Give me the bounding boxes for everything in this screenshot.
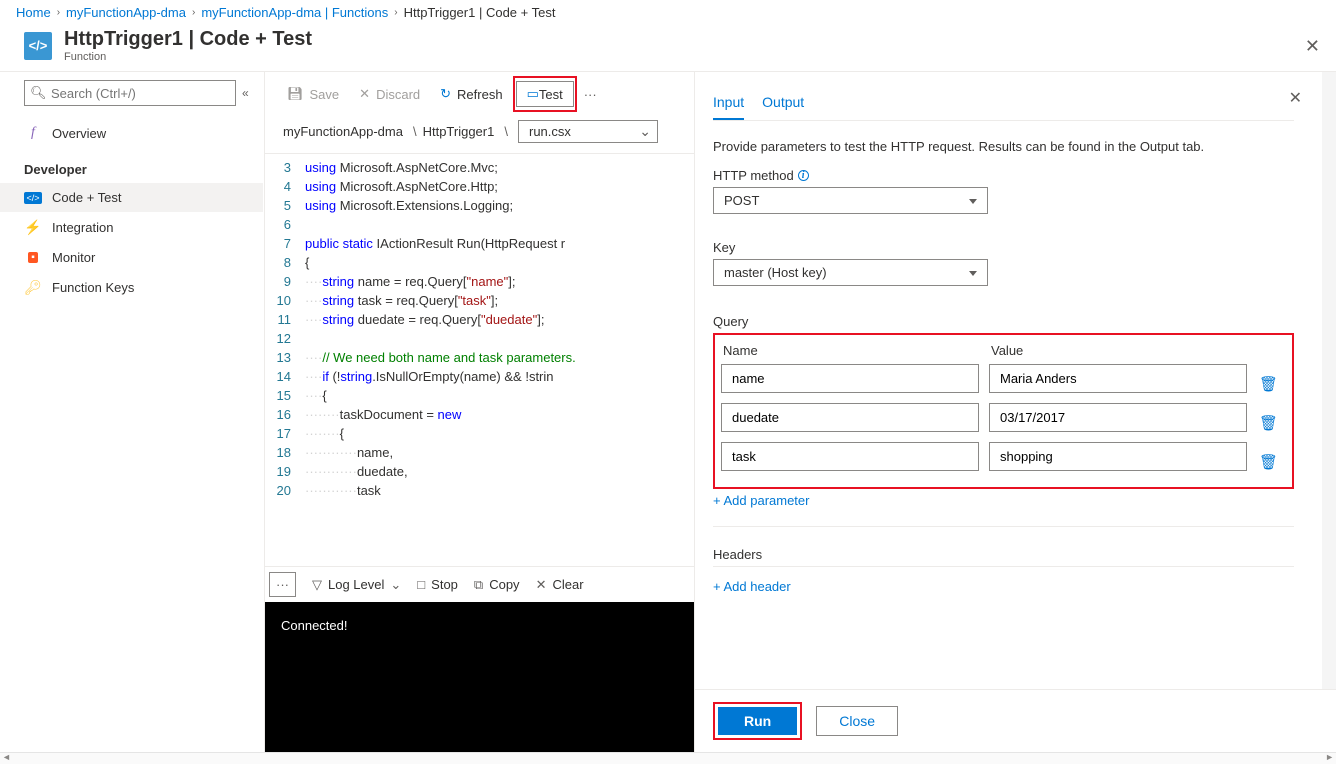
key-select[interactable]: master (Host key) (713, 259, 988, 286)
clear-icon: ✕ (536, 577, 547, 593)
path-separator: \ (413, 124, 417, 139)
stop-button[interactable]: □ Stop (409, 573, 466, 596)
tab-input[interactable]: Input (713, 88, 744, 120)
save-button[interactable]: 💾︎ Save (277, 81, 349, 107)
delete-icon[interactable]: 🗑 (1259, 414, 1278, 432)
close-button[interactable]: Close (816, 706, 898, 736)
log-more-button[interactable]: ··· (269, 572, 296, 597)
editor-pane: 💾︎ Save ✕ Discard ↻ Refresh ▭ Test ··· m… (264, 72, 694, 752)
sidebar-item-function-keys[interactable]: 🔑︎ Function Keys (0, 272, 263, 303)
filter-icon: ▽ (312, 577, 322, 593)
page-subtitle: Function (64, 51, 312, 63)
panel-tabs: Input Output (713, 88, 1294, 121)
sidebar-item-monitor[interactable]: ▪ Monitor (0, 243, 263, 272)
http-method-select[interactable]: POST (713, 187, 988, 214)
fx-icon: f (24, 125, 42, 141)
file-path-bar: myFunctionApp-dma \ HttpTrigger1 \ run.c… (265, 116, 694, 153)
log-level-button[interactable]: ▽ Log Level ⌄ (304, 573, 409, 597)
path-func: HttpTrigger1 (423, 124, 495, 139)
chevron-right-icon: › (192, 7, 195, 18)
sidebar-item-integration[interactable]: ⚡ Integration (0, 212, 263, 243)
run-button-highlight: Run (713, 702, 802, 740)
panel-description: Provide parameters to test the HTTP requ… (713, 139, 1294, 154)
sidebar-item-code-test[interactable]: </> Code + Test (0, 183, 263, 212)
log-console[interactable]: Connected! (265, 602, 694, 752)
search-icon: 🔍︎ (30, 85, 47, 101)
query-name-header: Name (723, 343, 991, 358)
chevron-down-icon: ⌄ (390, 577, 401, 593)
sidebar-item-label: Integration (52, 220, 113, 235)
search-input[interactable] (24, 80, 236, 106)
copy-button[interactable]: ⧉ Copy (466, 573, 528, 597)
query-name-input[interactable] (721, 364, 979, 393)
horizontal-scrollbar[interactable] (0, 752, 1336, 764)
page-header: </> HttpTrigger1 | Code + Test Function … (0, 24, 1336, 72)
http-method-label: HTTP methodi (713, 168, 1294, 183)
add-header-link[interactable]: + Add header (713, 575, 791, 598)
sidebar-heading-developer: Developer (0, 148, 263, 183)
key-label: Key (713, 240, 1294, 255)
breadcrumb-functions[interactable]: myFunctionApp-dma | Functions (201, 5, 388, 20)
close-icon[interactable]: ✕ (1305, 36, 1320, 57)
chevron-right-icon: › (57, 7, 60, 18)
monitor-icon: ▪ (24, 252, 42, 263)
stop-icon: □ (417, 577, 425, 592)
query-label: Query (713, 314, 1294, 329)
add-parameter-link[interactable]: + Add parameter (713, 489, 809, 512)
delete-icon[interactable]: 🗑 (1259, 375, 1278, 393)
discard-button[interactable]: ✕ Discard (349, 81, 430, 107)
run-button[interactable]: Run (718, 707, 797, 735)
breadcrumb: Home › myFunctionApp-dma › myFunctionApp… (0, 0, 1336, 24)
test-panel: ✕ Input Output Provide parameters to tes… (694, 72, 1336, 752)
code-icon: </> (24, 192, 42, 204)
path-separator: \ (504, 124, 508, 139)
save-icon: 💾︎ (287, 86, 304, 102)
refresh-icon: ↻ (440, 86, 451, 102)
query-value-input[interactable] (989, 442, 1247, 471)
editor-toolbar: 💾︎ Save ✕ Discard ↻ Refresh ▭ Test ··· (265, 72, 694, 116)
info-icon[interactable]: i (798, 170, 809, 181)
breadcrumb-current: HttpTrigger1 | Code + Test (404, 5, 556, 20)
clear-button[interactable]: ✕ Clear (528, 573, 592, 597)
code-editor[interactable]: 3using Microsoft.AspNetCore.Mvc;4using M… (265, 153, 694, 566)
breadcrumb-app[interactable]: myFunctionApp-dma (66, 5, 186, 20)
query-name-input[interactable] (721, 442, 979, 471)
more-button[interactable]: ··· (577, 82, 604, 107)
sidebar-item-label: Overview (52, 126, 106, 141)
bolt-icon: ⚡ (24, 219, 42, 236)
refresh-button[interactable]: ↻ Refresh (430, 81, 512, 107)
key-icon: 🔑︎ (24, 279, 42, 296)
chevron-right-icon: › (394, 7, 397, 18)
sidebar-item-overview[interactable]: f Overview (0, 118, 263, 148)
path-app: myFunctionApp-dma (283, 124, 403, 139)
log-toolbar: ··· ▽ Log Level ⌄ □ Stop ⧉ Copy ✕ Clear (265, 566, 694, 602)
file-selector[interactable]: run.csx (518, 120, 658, 143)
tab-output[interactable]: Output (762, 88, 804, 120)
collapse-sidebar-icon[interactable]: « (242, 86, 249, 100)
test-icon: ▭ (527, 86, 539, 102)
sidebar-item-label: Monitor (52, 250, 95, 265)
discard-icon: ✕ (359, 86, 370, 102)
query-params-highlight: Name Value 🗑 🗑 🗑 (713, 333, 1294, 489)
test-button-highlight: ▭ Test (513, 76, 577, 112)
sidebar: 🔍︎ « f Overview Developer </> Code + Tes… (0, 72, 264, 752)
function-icon: </> (24, 32, 52, 60)
breadcrumb-home[interactable]: Home (16, 5, 51, 20)
headers-label: Headers (713, 547, 1294, 562)
test-button[interactable]: ▭ Test (516, 81, 574, 107)
delete-icon[interactable]: 🗑 (1259, 453, 1278, 471)
console-status: Connected! (281, 618, 348, 633)
query-name-input[interactable] (721, 403, 979, 432)
copy-icon: ⧉ (474, 577, 483, 593)
query-value-header: Value (991, 343, 1023, 358)
panel-footer: Run Close (695, 689, 1336, 752)
page-title: HttpTrigger1 | Code + Test (64, 28, 312, 51)
query-value-input[interactable] (989, 364, 1247, 393)
sidebar-item-label: Function Keys (52, 280, 134, 295)
query-value-input[interactable] (989, 403, 1247, 432)
sidebar-item-label: Code + Test (52, 190, 122, 205)
